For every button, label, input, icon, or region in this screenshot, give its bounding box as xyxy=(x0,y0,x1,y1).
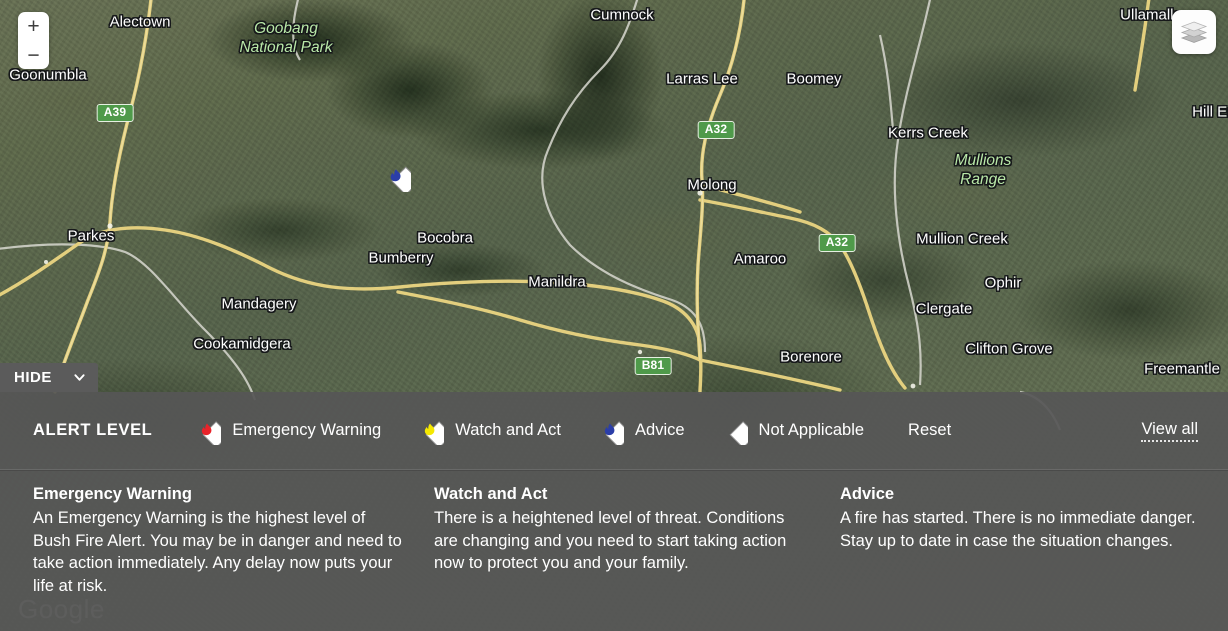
legend-label: Watch and Act xyxy=(455,421,562,439)
description-emergency-warning: Emergency Warning An Emergency Warning i… xyxy=(0,485,434,597)
description-body: An Emergency Warning is the highest leve… xyxy=(33,509,402,595)
description-advice: Advice A fire has started. There is no i… xyxy=(840,485,1228,597)
road-shield: A32 xyxy=(818,234,856,252)
hide-panel-button[interactable]: HIDE xyxy=(0,363,98,392)
view-all-link[interactable]: View all xyxy=(1141,420,1198,442)
map-layers-button[interactable] xyxy=(1172,10,1216,54)
description-watch-and-act: Watch and Act There is a heightened leve… xyxy=(434,485,840,597)
alert-level-title: ALERT LEVEL xyxy=(33,421,153,439)
description-title: Emergency Warning xyxy=(33,485,192,503)
description-title: Advice xyxy=(840,485,895,503)
road-shield: A39 xyxy=(96,104,134,122)
zoom-in-button[interactable]: + xyxy=(18,12,49,41)
description-body: A fire has started. There is no immediat… xyxy=(840,509,1196,550)
alert-level-panel: ALERT LEVEL Emergency Warning Watch and … xyxy=(0,392,1228,631)
legend-label: Emergency Warning xyxy=(232,421,382,439)
chevron-down-icon xyxy=(74,374,85,381)
legend-item-watch-and-act[interactable]: Watch and Act xyxy=(416,417,561,445)
alert-level-legend: ALERT LEVEL Emergency Warning Watch and … xyxy=(0,392,1228,471)
road-shield: B81 xyxy=(634,357,672,375)
hide-button-label: HIDE xyxy=(14,369,52,386)
bushfire-map-app: Goonumbla Alectown Cumnock Larras Lee Bo… xyxy=(0,0,1228,631)
layers-icon xyxy=(1180,21,1208,43)
zoom-out-button[interactable]: − xyxy=(18,41,49,69)
flame-diamond-icon-red xyxy=(202,420,222,445)
description-title: Watch and Act xyxy=(434,485,548,503)
flame-diamond-icon-blue xyxy=(604,420,625,445)
map-zoom-control[interactable]: + − xyxy=(18,12,49,69)
legend-label: Advice xyxy=(635,421,685,439)
legend-item-advice[interactable]: Advice xyxy=(596,417,685,445)
plain-diamond-icon-white xyxy=(729,420,748,445)
reset-filter-button[interactable]: Reset xyxy=(908,421,951,440)
alert-level-descriptions: Emergency Warning An Emergency Warning i… xyxy=(0,470,1228,597)
description-body: There is a heightened level of threat. C… xyxy=(434,509,787,572)
legend-item-emergency-warning[interactable]: Emergency Warning xyxy=(193,417,381,445)
road-shield: A32 xyxy=(697,121,735,139)
flame-diamond-icon-yellow xyxy=(425,420,445,445)
legend-item-not-applicable[interactable]: Not Applicable xyxy=(720,417,865,445)
fire-incident-marker-advice[interactable] xyxy=(381,162,421,196)
legend-label: Not Applicable xyxy=(758,421,865,439)
